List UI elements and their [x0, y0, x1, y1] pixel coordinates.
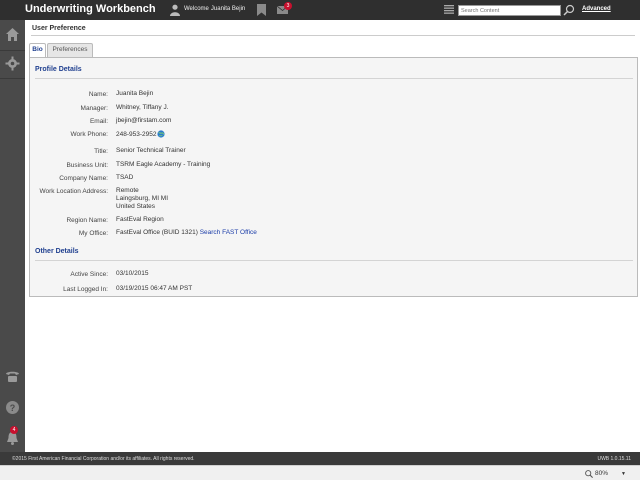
- status-bar: 80% ▼: [0, 465, 640, 480]
- manager-value: Whitney, Tiffany J.: [116, 104, 169, 111]
- chevron-down-icon[interactable]: ▼: [621, 471, 626, 477]
- phone-icon[interactable]: [5, 369, 20, 384]
- globe-icon[interactable]: [157, 130, 166, 138]
- version-text: UWB 1.0.15.11: [597, 456, 631, 462]
- work-location-label: Work Location Address:: [39, 188, 108, 195]
- work-phone-value: 248-953-2952: [116, 131, 157, 138]
- section-divider: [35, 78, 633, 79]
- last-logged-in-value: 03/19/2015 06:47 AM PST: [116, 285, 193, 292]
- search-icon[interactable]: [563, 4, 575, 16]
- email-value: jbejin@firstam.com: [116, 117, 172, 124]
- bookmark-icon[interactable]: [257, 4, 266, 16]
- top-bar: Underwriting Workbench Welcome Juanita Be…: [0, 0, 640, 20]
- copyright-text: ©2015 First American Financial Corporati…: [12, 456, 195, 462]
- my-office-row: FastEval Office (BUID 1321) Search FAST …: [116, 229, 257, 237]
- company-name-value: TSAD: [116, 174, 134, 181]
- active-since-value: 03/10/2015: [116, 270, 149, 277]
- nav-divider: [0, 50, 25, 51]
- title-value: Senior Technical Trainer: [116, 147, 186, 154]
- region-name-value: FastEval Region: [116, 216, 164, 223]
- welcome-text: Welcome Juanita Bejin: [184, 6, 245, 12]
- other-details-heading: Other Details: [35, 248, 79, 255]
- main-content: User Preference Bio Preferences Profile …: [25, 20, 640, 452]
- last-logged-in-label: Last Logged In:: [63, 286, 108, 293]
- left-nav: ? 4: [0, 20, 25, 452]
- bio-panel: Profile Details Name: Juanita Bejin Mana…: [29, 57, 638, 297]
- welcome-label: Welcome: [184, 6, 209, 12]
- tab-bio[interactable]: Bio: [29, 43, 46, 57]
- company-name-label: Company Name:: [59, 175, 108, 182]
- region-name-label: Region Name:: [66, 217, 108, 224]
- manager-label: Manager:: [80, 105, 108, 112]
- svg-text:?: ?: [10, 403, 16, 413]
- title-label: Title:: [94, 148, 108, 155]
- user-name[interactable]: Juanita Bejin: [211, 6, 245, 12]
- footer: ©2015 First American Financial Corporati…: [0, 452, 640, 465]
- user-icon: [170, 4, 180, 16]
- name-label: Name:: [88, 91, 108, 98]
- email-label: Email:: [89, 118, 108, 125]
- search-input[interactable]: [458, 5, 561, 16]
- page-title: User Preference: [32, 25, 86, 32]
- business-unit-label: Business Unit:: [66, 162, 108, 169]
- active-since-label: Active Since:: [70, 271, 108, 278]
- app-title[interactable]: Underwriting Workbench: [25, 3, 156, 15]
- section-divider: [35, 260, 633, 261]
- my-office-label: My Office:: [78, 230, 108, 237]
- menu-icon[interactable]: [444, 5, 454, 14]
- advanced-search-link[interactable]: Advanced: [582, 6, 611, 12]
- home-icon[interactable]: [5, 27, 20, 42]
- profile-details-heading: Profile Details: [35, 66, 82, 73]
- work-location-line1: Remote: [116, 187, 139, 194]
- nav-divider: [0, 78, 25, 79]
- work-phone-label: Work Phone:: [70, 131, 108, 138]
- help-icon[interactable]: ?: [5, 400, 20, 415]
- zoom-icon[interactable]: [585, 470, 593, 478]
- search-fast-office-link[interactable]: Search FAST Office: [200, 229, 257, 236]
- my-office-value: FastEval Office (BUID 1321): [116, 229, 198, 236]
- alert-count-badge: 4: [10, 426, 18, 434]
- title-divider: [31, 35, 635, 36]
- mail-count-badge: 3: [284, 2, 292, 10]
- zoom-level[interactable]: 80%: [595, 470, 608, 477]
- work-location-line2: Laingsburg, MI MI: [116, 195, 169, 202]
- business-unit-value: TSRM Eagle Academy - Training: [116, 161, 211, 168]
- tab-preferences[interactable]: Preferences: [47, 43, 93, 57]
- work-phone-row: 248-953-2952: [116, 130, 166, 139]
- name-value: Juanita Bejin: [116, 90, 154, 97]
- work-location-line3: United States: [116, 203, 156, 210]
- gear-icon[interactable]: [5, 56, 20, 71]
